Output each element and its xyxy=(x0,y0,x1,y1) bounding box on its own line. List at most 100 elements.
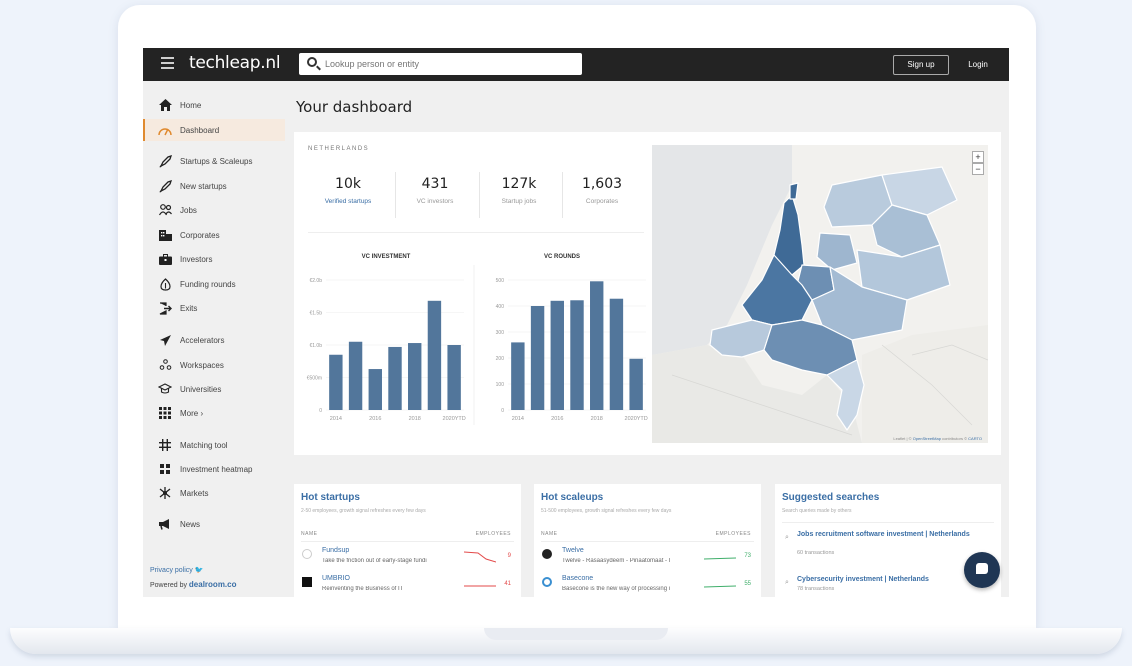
divider xyxy=(308,232,644,233)
sidebar-item-matching-tool[interactable]: Matching tool xyxy=(143,434,285,456)
company-description: Reinventing the Business of IT xyxy=(322,586,404,592)
sidebar-item-label: Markets xyxy=(180,488,209,498)
bar xyxy=(408,343,422,410)
bar xyxy=(609,298,624,410)
bar xyxy=(629,358,643,410)
sidebar-item-markets[interactable]: Markets xyxy=(143,482,285,504)
privacy-policy-link[interactable]: Privacy policy 🐦 xyxy=(150,566,203,574)
sidebar-item-home[interactable]: Home xyxy=(143,94,285,116)
stat-corporates: 1,603 Corporates xyxy=(562,176,642,205)
stat-verified-startups[interactable]: 10k Verified startups xyxy=(308,176,388,205)
sparkline xyxy=(704,585,736,588)
company-description: Twelve - Rasaasydeem - Pinaatomaat - I xyxy=(562,558,671,564)
sidebar-item-dashboard[interactable]: Dashboard xyxy=(143,119,285,141)
stat-label: Corporates xyxy=(585,198,619,205)
sidebar-item-exits[interactable]: Exits xyxy=(143,297,285,319)
search-input[interactable] xyxy=(325,56,575,72)
sidebar-item-label: Corporates xyxy=(180,230,220,240)
laptop-notch xyxy=(484,628,668,640)
column-header-name: NAME xyxy=(541,531,558,537)
dashboard-icon xyxy=(158,123,172,137)
y-tick-label: 0 xyxy=(501,408,504,414)
sidebar-item-label: New startups xyxy=(180,181,227,191)
search-icon xyxy=(307,57,317,67)
card-subtitle: 2-50 employees, growth signal refreshes … xyxy=(301,508,426,514)
sidebar-item-accelerators[interactable]: Accelerators xyxy=(143,329,285,351)
card-title[interactable]: Hot scaleups xyxy=(541,492,603,503)
table-row[interactable]: Twelve Twelve - Rasaasydeem - Pinaatomaa… xyxy=(534,547,761,571)
money-icon xyxy=(158,277,172,291)
card-title[interactable]: Hot startups xyxy=(301,492,360,503)
dealroom-logo[interactable]: dealroom.co xyxy=(189,580,237,589)
zoom-out-button[interactable]: − xyxy=(972,163,984,175)
stat-vc-investors: 431 VC investors xyxy=(395,176,475,205)
sidebar-item-investors[interactable]: Investors xyxy=(143,248,285,270)
suggested-search-name[interactable]: Cybersecurity investment | Netherlands xyxy=(797,575,972,584)
y-tick-label: 0 xyxy=(319,408,322,414)
sidebar-item-label: Investors xyxy=(180,254,213,264)
table-row[interactable]: Basecone Basecone is the new way of proc… xyxy=(534,575,761,597)
sidebar-item-news[interactable]: News xyxy=(143,513,285,535)
suggested-search-item[interactable]: ⌕ Jobs recruitment software investment |… xyxy=(783,530,983,560)
card-title: Suggested searches xyxy=(782,492,880,503)
rocket-icon xyxy=(158,154,172,168)
search-box[interactable] xyxy=(299,53,582,75)
sidebar-item-universities[interactable]: Universities xyxy=(143,378,285,400)
twitter-icon[interactable]: 🐦 xyxy=(195,567,204,574)
employee-count: 73 xyxy=(744,553,751,559)
table-row[interactable]: UMBRIO Reinventing the Business of IT 41 xyxy=(294,575,521,597)
bar xyxy=(427,300,442,410)
grid-icon xyxy=(158,406,172,420)
briefcase-icon xyxy=(158,252,172,266)
company-name[interactable]: Fundsup xyxy=(322,547,349,554)
employee-count: 9 xyxy=(507,553,511,559)
signup-button[interactable]: Sign up xyxy=(893,55,949,75)
sidebar-item-jobs[interactable]: Jobs xyxy=(143,199,285,221)
company-name[interactable]: UMBRIO xyxy=(322,575,350,582)
bar xyxy=(590,281,604,410)
x-tick-label: 2016 xyxy=(551,416,563,422)
sidebar-item-label: Exits xyxy=(180,303,198,313)
sidebar-item-funding-rounds[interactable]: Funding rounds xyxy=(143,273,285,295)
suggested-search-item[interactable]: ⌕ Cybersecurity investment | Netherlands… xyxy=(783,575,983,597)
bar xyxy=(570,300,584,410)
company-name[interactable]: Twelve xyxy=(562,547,584,554)
stat-label: Startup jobs xyxy=(501,198,537,205)
brand-logo[interactable]: techleap.nl xyxy=(189,53,281,73)
sparkline xyxy=(464,551,496,563)
y-tick-label: 300 xyxy=(496,330,505,336)
row-divider xyxy=(301,541,514,542)
home-icon xyxy=(158,98,172,112)
page-title: Your dashboard xyxy=(296,98,413,116)
login-link[interactable]: Login xyxy=(961,55,995,75)
markets-icon xyxy=(158,486,172,500)
sidebar-item-more[interactable]: More › xyxy=(143,402,285,424)
chat-button[interactable] xyxy=(964,552,1000,588)
carto-link[interactable]: CARTO xyxy=(968,436,982,441)
sidebar-item-label: Startups & Scaleups xyxy=(180,156,253,166)
company-name[interactable]: Basecone xyxy=(562,575,593,582)
sidebar-item-investment-heatmap[interactable]: Investment heatmap xyxy=(143,458,285,480)
employee-count: 55 xyxy=(744,581,751,587)
sidebar-item-startups-scaleups[interactable]: Startups & Scaleups xyxy=(143,150,285,172)
osm-link[interactable]: OpenStreetMap xyxy=(913,436,941,441)
sidebar-item-corporates[interactable]: Corporates xyxy=(143,224,285,246)
netherlands-map[interactable]: + − Leaflet | © OpenStreetMap contributo… xyxy=(652,145,988,443)
y-tick-label: 200 xyxy=(496,356,505,362)
hot-startups-card: Hot startups 2-50 employees, growth sign… xyxy=(294,484,521,597)
zoom-in-button[interactable]: + xyxy=(972,151,984,163)
sidebar-item-label: Funding rounds xyxy=(180,279,236,289)
stat-value: 127k xyxy=(501,176,537,192)
y-tick-label: €500m xyxy=(307,376,322,382)
bar xyxy=(329,354,343,410)
table-row[interactable]: Fundsup Take the friction out of early-s… xyxy=(294,547,521,571)
stat-label[interactable]: Verified startups xyxy=(308,198,388,205)
menu-icon[interactable] xyxy=(161,57,174,69)
powered-by-label: Powered by xyxy=(150,582,187,589)
suggested-search-name[interactable]: Jobs recruitment software investment | N… xyxy=(797,530,972,539)
graduation-icon xyxy=(158,382,172,396)
sidebar-item-new-startups[interactable]: New startups xyxy=(143,175,285,197)
x-tick-label: 2014 xyxy=(512,416,524,422)
region-flevoland xyxy=(816,232,858,271)
sidebar-item-workspaces[interactable]: Workspaces xyxy=(143,354,285,376)
